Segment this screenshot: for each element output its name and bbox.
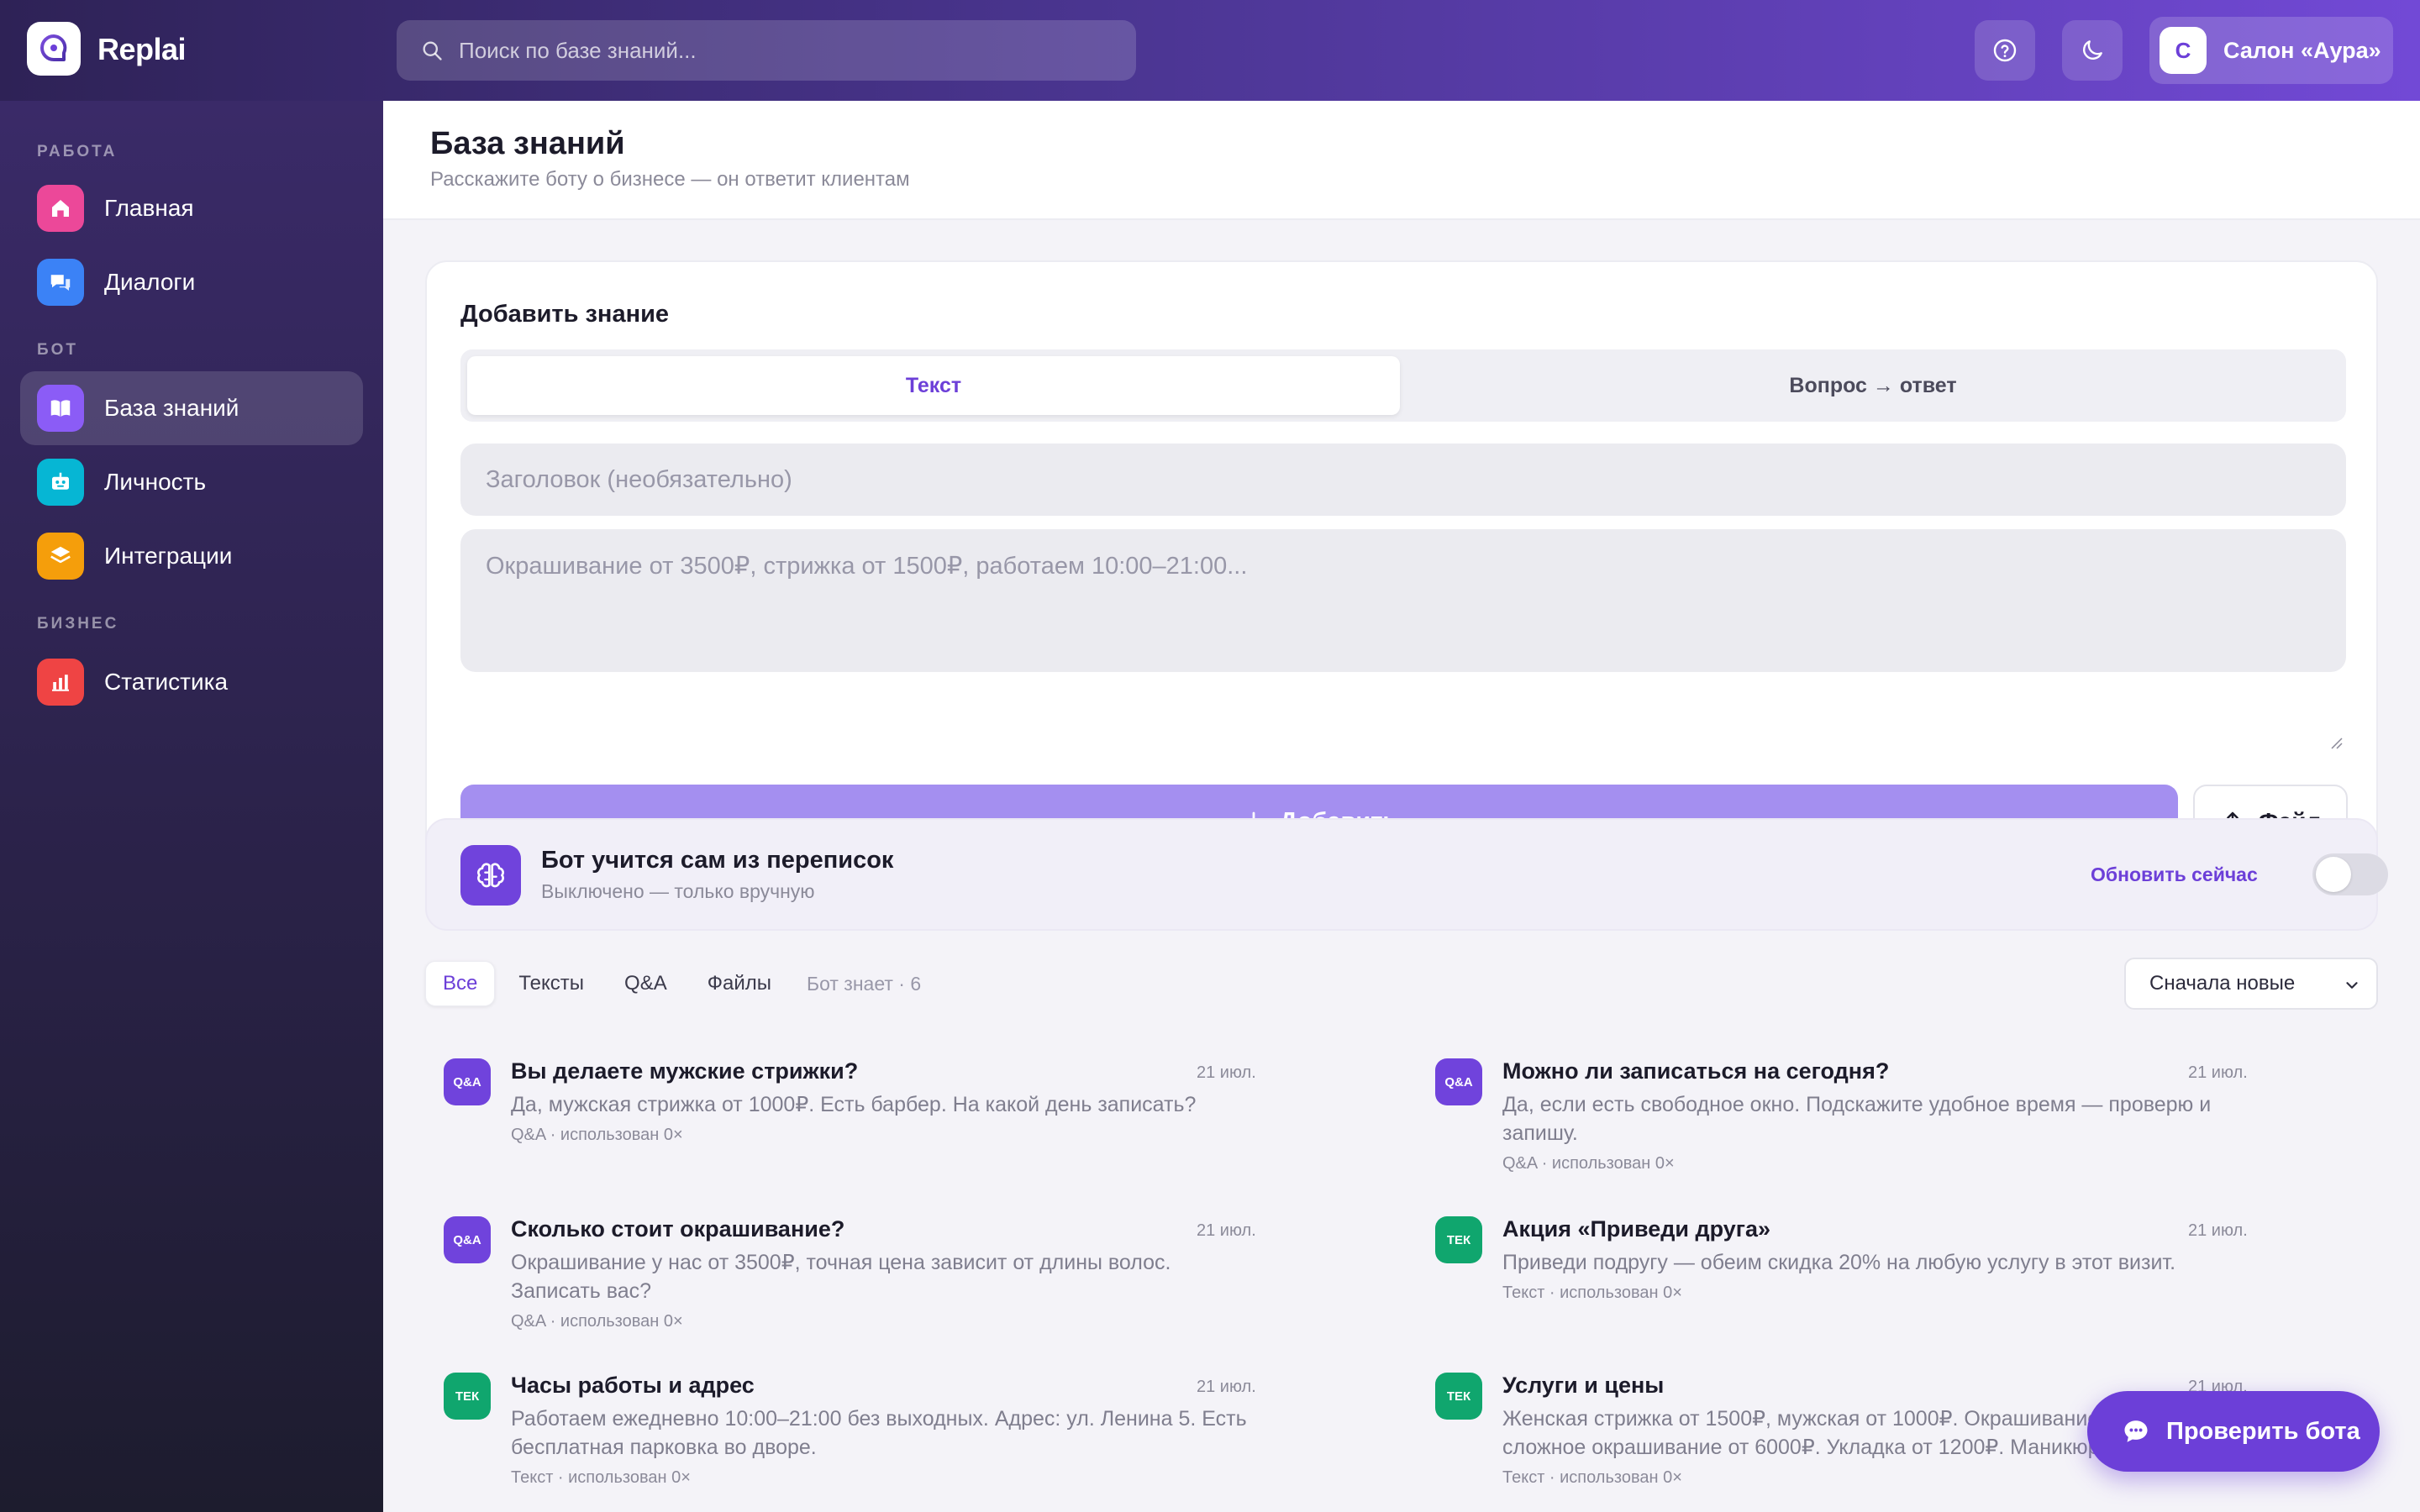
sidebar-item-statistics[interactable]: Статистика <box>20 645 363 719</box>
qa-badge: Q&A <box>1435 1058 1482 1105</box>
entry-meta: Q&A · использован 0× <box>511 1126 683 1144</box>
text-badge: ТЕК <box>1435 1216 1482 1263</box>
text-badge: ТЕК <box>1435 1373 1482 1420</box>
sidebar-item-home[interactable]: Главная <box>20 171 363 245</box>
sidebar-section-work: РАБОТА <box>37 143 118 160</box>
filter-texts[interactable]: Тексты <box>502 961 601 1006</box>
knowledge-entry[interactable]: ТЕК Акция «Приведи друга» 21 июл. Привед… <box>1435 1216 2284 1351</box>
entry-body: Работаем ежедневно 10:00–21:00 без выход… <box>511 1407 1247 1459</box>
chat-icon <box>37 259 84 306</box>
filter-bar: Все Тексты Q&A Файлы Бот знает · 6 <box>425 961 921 1006</box>
sidebar-item-dialogs[interactable]: Диалоги <box>20 245 363 319</box>
chevron-down-icon <box>2346 982 2358 989</box>
sidebar-item-integrations[interactable]: Интеграции <box>20 519 363 593</box>
filter-qa[interactable]: Q&A <box>608 961 684 1006</box>
tab-question-answer[interactable]: Вопрос → ответ <box>1407 356 2339 415</box>
entry-meta: Q&A · использован 0× <box>1502 1154 1675 1173</box>
search-icon <box>423 41 442 60</box>
test-bot-button[interactable]: Проверить бота <box>2087 1391 2380 1472</box>
entry-title: Вы делаете мужские стрижки? <box>511 1058 859 1084</box>
entry-meta: Текст · использован 0× <box>1502 1468 1682 1487</box>
entry-meta: Текст · использован 0× <box>511 1468 691 1487</box>
sidebar-item-knowledge-base[interactable]: База знаний <box>20 371 363 445</box>
entry-body: Да, если есть свободное окно. Подскажите… <box>1502 1093 2212 1145</box>
knowledge-entry[interactable]: Q&A Сколько стоит окрашивание? 21 июл. О… <box>444 1216 1292 1351</box>
knowledge-body-textarea[interactable] <box>460 529 2346 672</box>
entry-date: 21 июл. <box>1197 1221 1256 1240</box>
search-input[interactable] <box>459 37 1097 64</box>
page-subtitle: Расскажите боту о бизнесе — он ответит к… <box>430 168 910 191</box>
page-header: База знаний Расскажите боту о бизнесе — … <box>383 101 2420 220</box>
entry-type-switch: Текст Вопрос → ответ <box>460 349 2346 422</box>
help-icon <box>1993 39 2017 62</box>
help-button[interactable] <box>1975 20 2035 81</box>
robot-icon <box>37 459 84 506</box>
qa-badge: Q&A <box>444 1058 491 1105</box>
main-content: База знаний Расскажите боту о бизнесе — … <box>383 101 2420 1512</box>
account-menu[interactable]: С Салон «Аура» <box>2149 17 2393 84</box>
entry-body: Да, мужская стрижка от 1000₽. Есть барбе… <box>511 1093 1197 1116</box>
knowledge-entry[interactable]: Q&A Вы делаете мужские стрижки? 21 июл. … <box>444 1058 1292 1193</box>
entry-title: Услуги и цены <box>1502 1373 1665 1398</box>
entry-title: Сколько стоит окрашивание? <box>511 1216 845 1242</box>
sidebar-item-label: База знаний <box>104 395 239 421</box>
brain-icon <box>460 845 521 906</box>
auto-learning-toggle[interactable] <box>2312 853 2388 895</box>
entry-body: Окрашивание у нас от 3500₽, точная цена … <box>511 1251 1171 1303</box>
sidebar: РАБОТА Главная Диалоги БОТ База знаний Л… <box>0 101 383 1512</box>
sidebar-section-business: БИЗНЕС <box>37 615 119 633</box>
sidebar-item-label: Личность <box>104 469 207 495</box>
sidebar-section-bot: БОТ <box>37 341 79 359</box>
sort-select[interactable]: Сначала новые <box>2124 958 2378 1010</box>
chat-bubble-icon <box>2124 1420 2148 1442</box>
entry-meta: Текст · использован 0× <box>1502 1284 1682 1302</box>
refresh-now-link[interactable]: Обновить сейчас <box>2091 864 2258 886</box>
account-name: Салон «Аура» <box>2223 37 2381 63</box>
entry-date: 21 июл. <box>1197 1063 1256 1082</box>
entry-date: 21 июл. <box>2188 1063 2248 1082</box>
entry-title: Акция «Приведи друга» <box>1502 1216 1771 1242</box>
toggle-knob <box>2316 857 2351 892</box>
test-bot-label: Проверить бота <box>2166 1417 2360 1445</box>
sidebar-item-label: Главная <box>104 195 194 221</box>
auto-learning-title: Бот учится сам из переписок <box>541 847 894 874</box>
qa-badge: Q&A <box>444 1216 491 1263</box>
auto-learning-status: Выключено — только вручную <box>541 880 815 902</box>
theme-toggle-button[interactable] <box>2062 20 2123 81</box>
knowledge-entry[interactable]: Q&A Можно ли записаться на сегодня? 21 и… <box>1435 1058 2284 1193</box>
knowledge-count: Бот знает · 6 <box>806 972 922 995</box>
add-knowledge-card: Добавить знание Текст Вопрос → ответ Доб… <box>425 260 2378 892</box>
avatar: С <box>2160 27 2207 74</box>
auto-learning-panel: Бот учится сам из переписок Выключено — … <box>425 818 2388 931</box>
app-name: Replai <box>97 32 187 66</box>
sort-value: Сначала новые <box>2149 972 2296 995</box>
entry-meta: Q&A · использован 0× <box>511 1312 683 1331</box>
book-icon <box>37 385 84 432</box>
entry-body: Приведи подругу — обеим скидка 20% на лю… <box>1502 1251 2176 1274</box>
entry-title: Часы работы и адрес <box>511 1373 755 1398</box>
knowledge-title-input[interactable] <box>460 444 2346 516</box>
filter-all[interactable]: Все <box>425 961 496 1006</box>
text-badge: ТЕК <box>444 1373 491 1420</box>
sidebar-item-label: Диалоги <box>104 269 196 295</box>
sidebar-item-label: Статистика <box>104 669 229 695</box>
sidebar-item-personality[interactable]: Личность <box>20 445 363 519</box>
search-bar[interactable] <box>397 20 1136 81</box>
sidebar-item-label: Интеграции <box>104 543 233 569</box>
resize-grip-icon[interactable] <box>2329 736 2343 749</box>
entry-title: Можно ли записаться на сегодня? <box>1502 1058 1890 1084</box>
home-icon <box>37 185 84 232</box>
chat-logo-icon[interactable] <box>27 22 81 76</box>
entry-date: 21 июл. <box>1197 1378 1256 1396</box>
moon-icon <box>2083 40 2102 60</box>
entry-date: 21 июл. <box>2188 1221 2248 1240</box>
layers-icon <box>37 533 84 580</box>
filter-files[interactable]: Файлы <box>691 961 788 1006</box>
add-knowledge-title: Добавить знание <box>460 301 670 328</box>
knowledge-entry[interactable]: ТЕК Часы работы и адрес 21 июл. Работаем… <box>444 1373 1292 1507</box>
page-title: База знаний <box>430 126 625 161</box>
bar-chart-icon <box>37 659 84 706</box>
top-bar: Replai С Салон «Аура» <box>0 0 2420 101</box>
tab-text[interactable]: Текст <box>467 356 1400 415</box>
